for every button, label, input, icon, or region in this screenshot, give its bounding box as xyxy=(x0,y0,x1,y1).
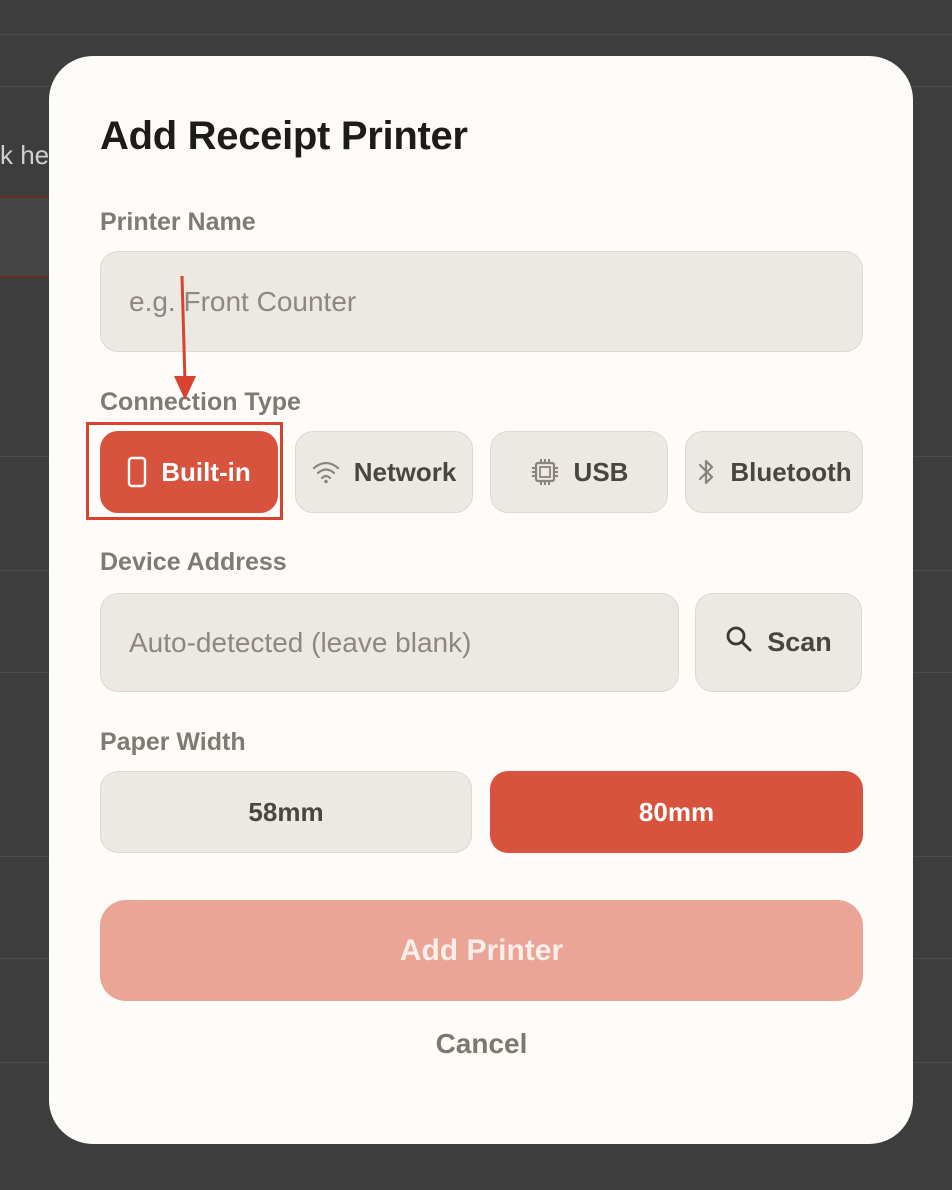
connection-option-network[interactable]: Network xyxy=(295,431,473,513)
scan-button-label: Scan xyxy=(767,627,832,657)
bluetooth-icon xyxy=(696,456,716,488)
background-text: k he xyxy=(0,140,50,170)
paper-width-option-label: 80mm xyxy=(638,796,715,827)
scan-button[interactable]: Scan xyxy=(695,593,862,692)
connection-option-label: USB xyxy=(573,456,629,487)
device-address-placeholder: Auto-detected (leave blank) xyxy=(129,626,472,658)
device-address-label: Device Address xyxy=(100,548,287,576)
wifi-icon xyxy=(312,460,340,484)
add-printer-button-label: Add Printer xyxy=(399,933,564,967)
cancel-button[interactable]: Cancel xyxy=(100,1028,863,1060)
dialog-title: Add Receipt Printer xyxy=(100,114,468,158)
connection-option-label: Built-in xyxy=(161,456,251,487)
paper-width-option-58mm[interactable]: 58mm xyxy=(100,771,472,853)
connection-option-label: Bluetooth xyxy=(730,456,852,487)
paper-width-option-label: 58mm xyxy=(248,796,324,827)
connection-option-usb[interactable]: USB xyxy=(490,431,668,513)
add-printer-button[interactable]: Add Printer xyxy=(100,900,863,1001)
add-printer-dialog: Add Receipt Printer Printer Name e.g. Fr… xyxy=(49,56,913,1144)
printer-name-input[interactable]: e.g. Front Counter xyxy=(100,251,863,352)
printer-name-label: Printer Name xyxy=(100,208,256,236)
connection-option-label: Network xyxy=(353,456,457,487)
device-address-input[interactable]: Auto-detected (leave blank) xyxy=(100,593,679,692)
chip-icon xyxy=(530,457,560,487)
phone-icon xyxy=(127,456,147,488)
background-divider xyxy=(0,34,952,35)
printer-name-placeholder: e.g. Front Counter xyxy=(129,285,357,317)
paper-width-option-80mm[interactable]: 80mm xyxy=(490,771,863,853)
connection-option-built-in[interactable]: Built-in xyxy=(100,431,278,513)
connection-option-bluetooth[interactable]: Bluetooth xyxy=(685,431,863,513)
search-icon xyxy=(725,625,753,660)
connection-type-label: Connection Type xyxy=(100,388,301,416)
paper-width-label: Paper Width xyxy=(100,728,246,756)
